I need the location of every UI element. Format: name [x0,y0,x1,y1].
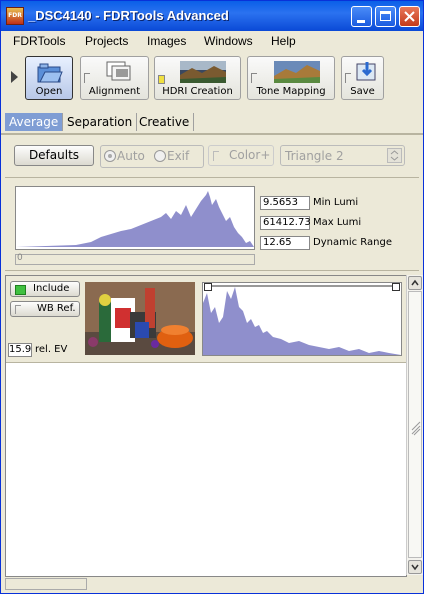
chevron-updown-icon [390,150,399,161]
exif-radio[interactable] [154,150,166,162]
hdri-creation-button[interactable]: HDRI Creation [154,56,241,100]
wb-ref-check-icon [15,305,21,314]
menu-help[interactable]: Help [271,34,296,48]
save-icon [356,62,376,81]
color-plus-check-icon [213,151,219,161]
histogram-slider[interactable]: 0 [15,253,255,265]
max-lumi-value: 61412.73 [260,216,311,230]
auto-label: Auto [117,149,145,163]
status-bar [5,578,87,590]
scroll-thumb[interactable] [408,291,422,558]
tone-mapping-button[interactable]: Tone Mapping [247,56,335,100]
image-thumbnail[interactable] [85,282,195,355]
range-handle-right[interactable] [392,283,400,291]
image-list[interactable]: Include WB Ref. 15.9 rel. EV [5,275,407,577]
include-indicator [15,285,26,295]
workflow-toolbar: Open Alignment HDRI Creation Tone Mappin… [1,53,423,105]
color-plus-button[interactable]: Color+ [208,145,274,166]
min-lumi-value: 9.5653 [260,196,310,210]
grip-icon [411,421,421,436]
hdri-landscape-icon [180,61,226,83]
combined-histogram-panel: 0 9.5653 Min Lumi 61412.73 Max Lumi 12.6… [5,177,419,271]
ev-label: rel. EV [35,344,68,355]
chevron-down-icon [411,564,419,571]
tone-mapping-label: Tone Mapping [256,86,326,97]
slider-value: 0 [17,253,23,263]
window-title: _DSC4140 - FDRTools Advanced [28,8,229,23]
image-histogram-plot [203,285,401,355]
menu-windows[interactable]: Windows [204,34,253,48]
title-bar[interactable]: FDR _DSC4140 - FDRTools Advanced [1,1,423,31]
scroll-down-arrow[interactable] [408,560,422,574]
wb-ref-label: WB Ref. [37,303,76,314]
save-label: Save [350,86,375,97]
mode-tabs: Average Separation Creative [1,111,423,135]
defaults-button[interactable]: Defaults [14,145,94,166]
max-lumi-label: Max Lumi [313,217,362,228]
maximize-button[interactable] [375,6,396,27]
auto-radio[interactable] [104,150,116,162]
scroll-up-arrow[interactable] [408,276,422,290]
maximize-icon [380,11,391,21]
include-toggle[interactable]: Include [10,281,80,297]
tab-creative[interactable]: Creative [135,113,195,131]
dynamic-range-value: 12.65 [260,236,310,250]
wb-ref-toggle[interactable]: WB Ref. [10,301,80,317]
app-icon: FDR [6,7,24,25]
alignment-check [84,73,90,83]
tone-landscape-icon [274,61,320,83]
menu-bar: FDRTools Projects Images Windows Help [1,31,423,51]
hdri-creation-label: HDRI Creation [162,86,233,97]
menu-images[interactable]: Images [147,34,186,48]
combined-histogram [15,186,255,250]
minimize-button[interactable] [351,6,372,27]
vertical-scrollbar[interactable] [406,275,423,575]
alignment-button[interactable]: Alignment [80,56,149,100]
ev-value: 15.9 [8,343,32,357]
alignment-label: Alignment [88,86,141,97]
open-label: Open [35,86,63,97]
close-icon [404,11,415,22]
dynamic-range-label: Dynamic Range [313,237,392,248]
minimize-icon [357,20,365,23]
range-handle-left[interactable] [204,283,212,291]
open-button[interactable]: Open [25,56,73,100]
tab-separation[interactable]: Separation [63,113,138,131]
exif-label: Exif [167,149,190,163]
folder-open-icon [37,63,63,83]
list-item: Include WB Ref. 15.9 rel. EV [6,276,406,363]
weighting-select-value: Triangle 2 [285,149,344,163]
chevron-up-icon [411,279,419,286]
app-window: FDR _DSC4140 - FDRTools Advanced FDRTool… [0,0,424,594]
save-check [345,73,351,83]
alignment-icon [106,61,131,81]
include-label: Include [33,283,70,294]
menu-fdrtools[interactable]: FDRTools [13,34,65,48]
close-button[interactable] [399,6,420,27]
hdri-active-marker [158,75,165,84]
select-spinner[interactable] [387,148,402,163]
combined-histogram-plot [16,191,254,247]
image-histogram [202,282,402,356]
min-lumi-label: Min Lumi [313,197,359,208]
average-controls: Defaults Auto Exif Color+ Triangle 2 [1,141,423,171]
tone-mapping-check [251,73,257,83]
tab-average[interactable]: Average [5,113,64,131]
play-arrow-icon [11,71,18,83]
save-button[interactable]: Save [341,56,384,100]
menu-projects[interactable]: Projects [85,34,128,48]
color-plus-label: Color+ [229,148,271,162]
weighting-select[interactable]: Triangle 2 [280,145,405,166]
auto-radio-dot [108,154,112,158]
